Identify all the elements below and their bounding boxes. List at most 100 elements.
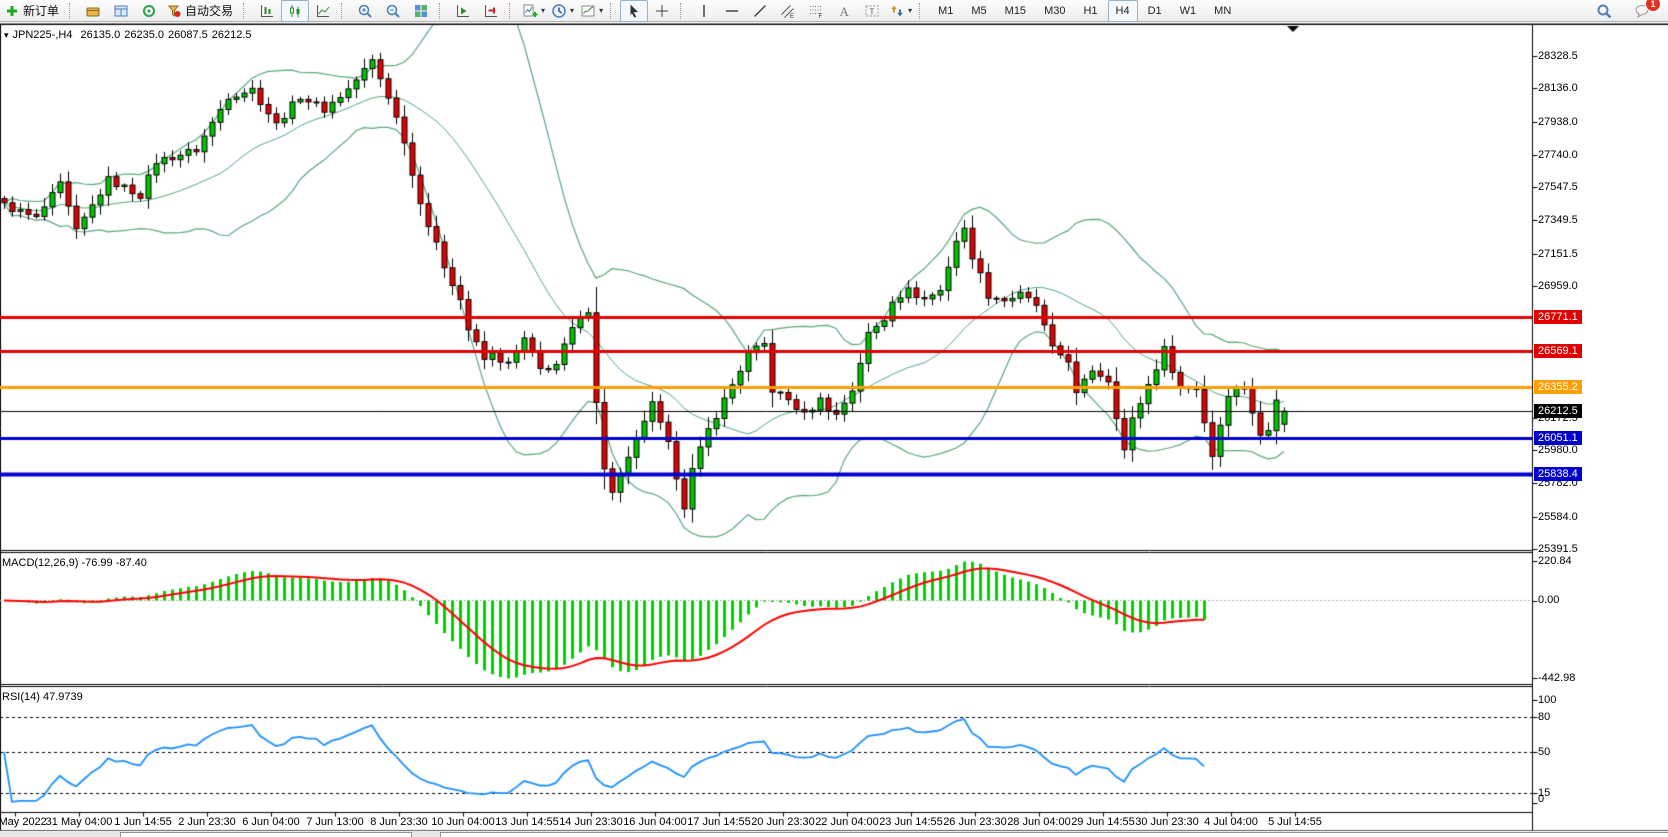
timeframe-mn-button[interactable]: MN	[1206, 0, 1239, 22]
text-label-button[interactable]: T	[858, 0, 886, 22]
bottom-panel-2	[440, 832, 1668, 837]
periods-button[interactable]: ▾	[548, 0, 577, 22]
rsi-axis-tick: 50	[1538, 745, 1550, 759]
search-button[interactable]	[1590, 0, 1618, 22]
price-level-tag: 25838.4	[1534, 467, 1582, 481]
bar-chart-button[interactable]	[253, 0, 281, 22]
toolbar-separator	[439, 3, 446, 19]
rsi-axis-tick: 100	[1538, 693, 1556, 707]
chart-collapse-icon[interactable]: ▾	[4, 28, 9, 42]
auto-trading-icon	[166, 3, 182, 19]
chevron-down-icon: ▾	[570, 6, 574, 15]
date-axis-label: 29 May 2022	[0, 815, 47, 829]
date-axis-label: 1 Jun 14:55	[114, 815, 172, 829]
fibonacci-icon: F	[808, 3, 824, 19]
bar-chart-icon	[259, 3, 275, 19]
date-axis-label: 4 Jul 04:00	[1204, 815, 1258, 829]
toolbar-separator	[69, 3, 76, 19]
timeframe-d1-button[interactable]: D1	[1140, 0, 1170, 22]
auto-trading-button[interactable]: 自动交易	[163, 0, 239, 22]
text-label-icon: T	[864, 3, 880, 19]
chart-shift-button[interactable]	[477, 0, 505, 22]
macd-axis-tick: 0.00	[1538, 593, 1559, 607]
date-axis-label: 14 Jun 23:30	[559, 815, 623, 829]
periods-icon	[551, 3, 567, 19]
timeframe-w1-button[interactable]: W1	[1172, 0, 1205, 22]
date-axis-label: 5 Jul 14:55	[1268, 815, 1322, 829]
ohlc-close: 26212.5	[212, 28, 252, 42]
crosshair-button[interactable]	[648, 0, 676, 22]
chart-shift-icon	[483, 3, 499, 19]
price-axis-tick: 27151.5	[1538, 247, 1578, 261]
price-axis-tick: 25980.0	[1538, 443, 1578, 457]
equidistant-channel-icon: E	[780, 3, 796, 19]
templates-button[interactable]: ▾	[577, 0, 606, 22]
mt4-window: 新订单 自动交易 ▾ ▾ ▾ E F AT ▾ M1M5M15M30H1H4D1W1MN 1 ▾ J…	[0, 0, 1668, 837]
bottom-panels-edge	[0, 831, 1668, 837]
date-axis-label: 6 Jun 04:00	[242, 815, 300, 829]
line-chart-button[interactable]	[309, 0, 337, 22]
ohlc-high: 26235.0	[124, 28, 164, 42]
auto-scroll-button[interactable]	[449, 0, 477, 22]
candlestick-icon	[287, 3, 303, 19]
date-axis-label: 29 Jun 14:55	[1071, 815, 1135, 829]
date-axis-label: 23 Jun 14:55	[879, 815, 943, 829]
zoom-out-icon	[385, 3, 401, 19]
toolbar-separator	[509, 3, 516, 19]
toolbar-separator	[680, 3, 687, 19]
vertical-line-button[interactable]	[690, 0, 718, 22]
bottom-panel-1	[120, 832, 412, 837]
new-order-label: 新订单	[22, 2, 62, 19]
line-chart-icon	[315, 3, 331, 19]
indicators-list-button[interactable]: ▾	[519, 0, 548, 22]
svg-text:F: F	[819, 14, 823, 19]
auto-trading-label: 自动交易	[184, 2, 236, 19]
text-icon: A	[836, 3, 852, 19]
cursor-button[interactable]	[620, 0, 648, 22]
chevron-down-icon: ▾	[908, 6, 912, 15]
toolbar-separator	[919, 3, 926, 19]
date-axis-label: 20 Jun 23:30	[751, 815, 815, 829]
horizontal-line-button[interactable]	[718, 0, 746, 22]
macd-axis-tick: -442.98	[1538, 671, 1575, 685]
price-level-tag: 26051.1	[1534, 431, 1582, 445]
price-axis-tick: 25584.0	[1538, 510, 1578, 524]
chart-profiles-button[interactable]	[79, 0, 107, 22]
equidistant-channel-button[interactable]: E	[774, 0, 802, 22]
price-axis-tick: 27349.5	[1538, 213, 1578, 227]
timeframe-m1-button[interactable]: M1	[930, 0, 961, 22]
macd-indicator-label: MACD(12,26,9) -76.99 -87.40	[2, 556, 147, 570]
chevron-down-icon: ▾	[599, 6, 603, 15]
rsi-indicator-label: RSI(14) 47.9739	[2, 690, 83, 704]
chart-canvas[interactable]	[0, 0, 1668, 837]
chat-button[interactable]: 1	[1628, 0, 1656, 22]
templates-icon	[580, 3, 596, 19]
text-button[interactable]: A	[830, 0, 858, 22]
rsi-axis-tick: 0	[1538, 792, 1544, 806]
trendline-button[interactable]	[746, 0, 774, 22]
date-axis-label: 13 Jun 14:55	[495, 815, 559, 829]
arrows-button[interactable]: ▾	[886, 0, 915, 22]
timeframe-m30-button[interactable]: M30	[1036, 0, 1073, 22]
market-watch-icon	[113, 3, 129, 19]
zoom-in-button[interactable]	[351, 0, 379, 22]
timeframe-h4-button[interactable]: H4	[1108, 0, 1138, 22]
zoom-in-icon	[357, 3, 373, 19]
tile-windows-button[interactable]	[407, 0, 435, 22]
price-axis-tick: 27547.5	[1538, 180, 1578, 194]
timeframe-m15-button[interactable]: M15	[997, 0, 1034, 22]
new-order-button[interactable]: 新订单	[1, 0, 65, 22]
market-watch-button[interactable]	[107, 0, 135, 22]
macd-axis-tick: 220.84	[1538, 554, 1572, 568]
date-axis-label: 30 Jun 23:30	[1135, 815, 1199, 829]
profiles-icon	[85, 3, 101, 19]
new-order-icon	[4, 3, 20, 19]
price-axis-tick: 27938.0	[1538, 115, 1578, 129]
timeframe-m5-button[interactable]: M5	[963, 0, 994, 22]
chart-symbol-period: JPN225-,H4	[13, 28, 73, 42]
zoom-out-button[interactable]	[379, 0, 407, 22]
fibonacci-retracement-button[interactable]: F	[802, 0, 830, 22]
candlestick-chart-button[interactable]	[281, 0, 309, 22]
navigator-button[interactable]	[135, 0, 163, 22]
timeframe-h1-button[interactable]: H1	[1075, 0, 1105, 22]
